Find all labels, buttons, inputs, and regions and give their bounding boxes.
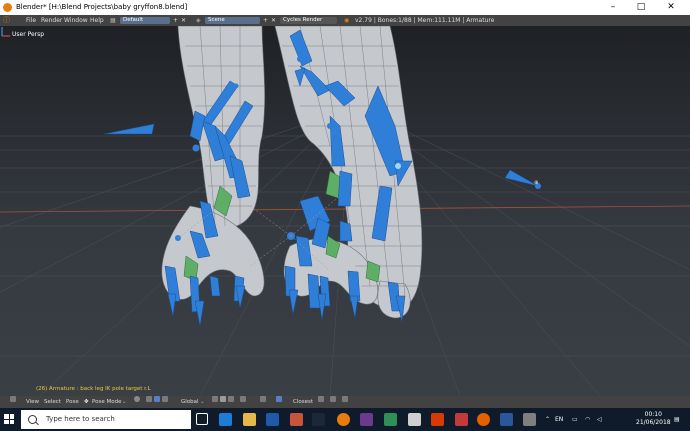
3d-cursor-icon: ⊕ (534, 180, 538, 186)
layer-2-icon[interactable] (220, 396, 226, 402)
word-icon[interactable] (500, 413, 513, 426)
language-indicator[interactable]: EN (555, 408, 563, 431)
taskbar-clock[interactable]: 00:10 21/06/2018 (636, 411, 671, 427)
store-icon[interactable] (266, 413, 279, 426)
network-icon[interactable]: ▭ (572, 408, 578, 431)
manipulator-icon[interactable] (154, 396, 160, 402)
clock-time: 00:10 (644, 411, 662, 418)
orientation-dropdown-icon[interactable]: ⌄ (200, 396, 205, 408)
taskbar-search-input[interactable]: Type here to search (21, 410, 191, 429)
blender-logo-icon (3, 3, 12, 12)
minimize-button[interactable]: – (602, 0, 624, 15)
task-view-icon[interactable] (196, 413, 208, 425)
windows-start-icon[interactable] (4, 414, 14, 424)
layout-icon[interactable]: ▦ (110, 15, 116, 26)
app-icon-8[interactable] (360, 413, 373, 426)
axis-gizmo-icon (1, 27, 10, 37)
wifi-icon[interactable]: ◠ (585, 408, 590, 431)
scene-selector[interactable]: Scene (205, 17, 260, 24)
menu-view[interactable]: View (26, 396, 39, 408)
search-icon (28, 415, 37, 424)
layer-3-icon[interactable] (228, 396, 234, 402)
lock-icon[interactable] (240, 396, 246, 402)
mode-icon: ✥ (84, 399, 89, 405)
layout-remove-button[interactable]: ✕ (181, 15, 186, 26)
snap-element-icon[interactable] (318, 396, 324, 402)
active-bone-joint[interactable] (395, 163, 401, 169)
volume-icon[interactable]: ◁ (597, 408, 602, 431)
window-title: Blender* [H:\Blend Projects\baby gryffon… (16, 3, 188, 11)
viewport-canvas[interactable]: ⊕ (0, 26, 690, 396)
layer-1-icon[interactable] (212, 396, 218, 402)
viewport-view-label: User Persp (12, 31, 45, 38)
layout-selector[interactable]: Default (120, 17, 170, 24)
app-icon-5[interactable] (290, 413, 303, 426)
file-explorer-icon[interactable] (243, 413, 256, 426)
blender-taskbar-icon[interactable] (337, 413, 350, 426)
info-header: ⓘ File Render Window Help ▦ Default + ✕ … (0, 15, 690, 26)
proportional-edit-icon[interactable] (260, 396, 266, 402)
blender-version-icon: ◉ (344, 17, 350, 24)
menu-select[interactable]: Select (44, 396, 61, 408)
mode-dropdown-icon[interactable]: ⌄ (122, 396, 127, 408)
firefox-icon[interactable] (477, 413, 490, 426)
menu-render[interactable]: Render (41, 15, 62, 26)
app-icon-11[interactable] (431, 413, 444, 426)
scene-stats: v2.79 | Bones:1/88 | Mem:111.11M | Armat… (355, 17, 495, 24)
active-bone-status: (26) Armature : back leg IK pole target … (36, 386, 151, 392)
scene-add-button[interactable]: + (263, 15, 268, 26)
steam-icon[interactable] (312, 413, 325, 426)
3d-view-header: View Select Pose ✥ Pose Mode ⌄ Global ⌄ … (0, 396, 690, 408)
window-titlebar: Blender* [H:\Blend Projects\baby gryffon… (0, 0, 690, 15)
snap-icon[interactable] (276, 396, 282, 402)
translate-icon[interactable] (162, 396, 168, 402)
snap-target-selector[interactable]: Closest (293, 396, 313, 408)
app-icon-9[interactable] (384, 413, 397, 426)
info-editor-type-icon[interactable]: ⓘ (3, 15, 10, 26)
close-button[interactable]: ✕ (660, 0, 682, 15)
menu-file[interactable]: File (26, 15, 36, 26)
tray-chevron-icon[interactable]: ⌃ (545, 408, 550, 431)
maximize-button[interactable]: □ (630, 0, 652, 15)
layout-add-button[interactable]: + (173, 15, 178, 26)
edge-icon[interactable] (219, 413, 232, 426)
menu-pose[interactable]: Pose (66, 396, 79, 408)
menu-help[interactable]: Help (90, 15, 104, 26)
render-engine-selector[interactable]: Cycles Render (280, 17, 337, 24)
calculator-icon[interactable] (408, 413, 421, 426)
shading-icon[interactable] (134, 396, 140, 402)
notifications-icon[interactable]: ▤ (674, 408, 680, 431)
scene-remove-button[interactable]: ✕ (271, 15, 276, 26)
scene-icon[interactable]: ◈ (196, 15, 201, 26)
orientation-selector[interactable]: Global (181, 396, 199, 408)
x-axis-line (0, 205, 690, 213)
windows-taskbar: Type here to search ⌃ EN ▭ ◠ ◁ 00:10 21/… (0, 408, 690, 431)
app-icon-12[interactable] (455, 413, 468, 426)
keyframe-icon[interactable] (342, 396, 348, 402)
app-icon-15[interactable] (523, 413, 536, 426)
3d-viewport[interactable]: ⊕ User Persp (26) Armature : back leg IK… (0, 26, 690, 396)
editor-type-icon[interactable] (10, 396, 16, 402)
render-preview-icon[interactable] (330, 396, 336, 402)
mode-selector[interactable]: Pose Mode (92, 396, 121, 408)
pivot-icon[interactable] (146, 396, 152, 402)
menu-window[interactable]: Window (64, 15, 88, 26)
clock-date: 21/06/2018 (636, 419, 671, 426)
